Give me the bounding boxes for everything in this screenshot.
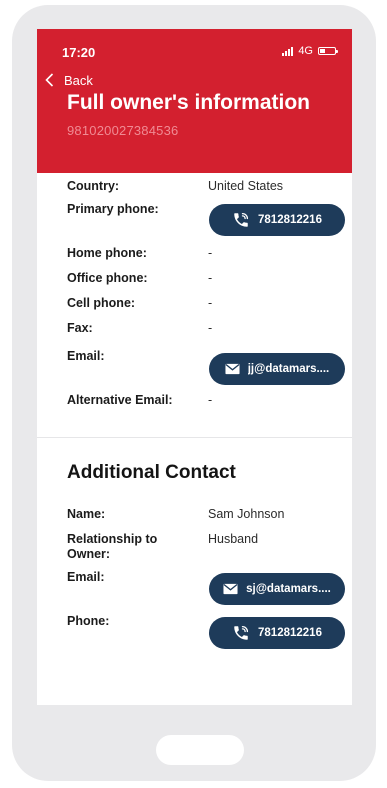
app-screen: 17:20 4G Back Full owner's information 9… [37, 29, 352, 705]
phone-call-icon [234, 212, 249, 227]
office-phone-value: - [208, 271, 213, 285]
contact-phone-button[interactable]: 7812812216 [209, 617, 345, 649]
header: 17:20 4G Back Full owner's information 9… [37, 29, 352, 173]
contact-email-button[interactable]: sj@datamars.... [209, 573, 345, 605]
cell-phone-value: - [208, 296, 213, 310]
status-time: 17:20 [62, 45, 96, 60]
status-indicators: 4G [282, 45, 338, 57]
contact-phone-value: 7812812216 [258, 627, 322, 639]
home-phone-value: - [208, 246, 213, 260]
primary-phone-button[interactable]: 7812812216 [209, 204, 345, 236]
email-button[interactable]: jj@datamars.... [209, 353, 345, 385]
email-label: Email: [67, 349, 105, 363]
signal-icon [282, 46, 294, 56]
primary-phone-value: 7812812216 [258, 214, 322, 226]
microchip-number: 981020027384536 [67, 123, 179, 138]
envelope-icon [223, 583, 238, 595]
contact-phone-label: Phone: [67, 614, 110, 628]
phone-call-icon [234, 625, 249, 640]
additional-contact-title: Additional Contact [67, 462, 236, 483]
cell-phone-label: Cell phone: [67, 296, 136, 310]
fax-label: Fax: [67, 321, 93, 335]
chevron-left-icon [45, 73, 54, 88]
envelope-icon [225, 363, 240, 375]
country-value: United States [208, 179, 284, 193]
alternative-email-value: - [208, 393, 213, 407]
back-label: Back [64, 73, 93, 88]
relationship-label: Relationship to Owner: [67, 532, 158, 561]
page-title: Full owner's information [67, 91, 310, 114]
phone-frame: 17:20 4G Back Full owner's information 9… [12, 5, 376, 781]
section-divider [37, 437, 352, 438]
back-button[interactable]: Back [45, 73, 93, 88]
network-type: 4G [298, 45, 313, 57]
contact-name-value: Sam Johnson [208, 507, 285, 521]
contact-email-label: Email: [67, 570, 105, 584]
contact-name-label: Name: [67, 507, 106, 521]
office-phone-label: Office phone: [67, 271, 148, 285]
alternative-email-label: Alternative Email: [67, 393, 173, 407]
home-phone-label: Home phone: [67, 246, 147, 260]
relationship-value: Husband [208, 532, 259, 546]
country-label: Country: [67, 179, 120, 193]
contact-email-value: sj@datamars.... [246, 583, 331, 595]
battery-icon [318, 47, 338, 55]
home-button[interactable] [156, 735, 244, 765]
primary-phone-label: Primary phone: [67, 202, 159, 216]
fax-value: - [208, 321, 213, 335]
email-value: jj@datamars.... [247, 363, 330, 375]
